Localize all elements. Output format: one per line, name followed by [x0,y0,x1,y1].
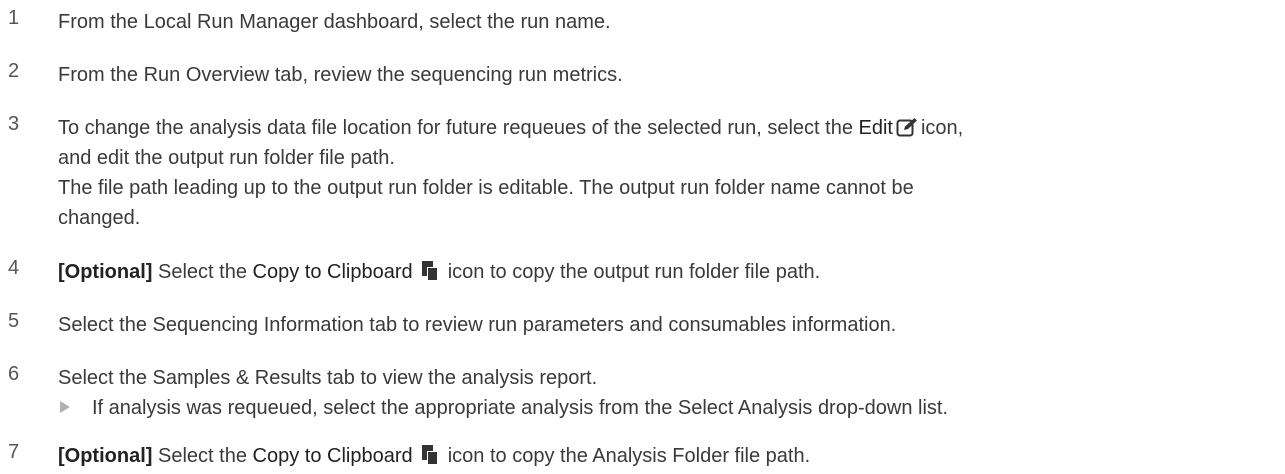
step-number: 3 [8,113,20,135]
clipboard-icon [421,260,439,290]
step-text: Select the Sequencing Information tab to… [58,314,897,336]
step-text: Select the [158,445,247,467]
step-text-end: icon to copy the Analysis Folder file pa… [447,445,811,467]
step-note: The file path leading up to the output r… [58,177,914,199]
step-number: 6 [8,363,20,385]
clipboard-icon [421,444,439,474]
optional-label: [Optional] [58,261,153,283]
step-text: To change the analysis data file locatio… [58,117,853,139]
copy-to-clipboard-label: Copy to Clipboard [252,261,413,283]
sub-item-text: If analysis was requeued, select the app… [92,397,948,419]
procedure-steps: 1 From the Local Run Manager dashboard, … [0,0,1285,474]
step-number: 5 [8,310,20,332]
step-number: 7 [8,441,20,463]
step-note-cont: changed. [58,207,141,229]
edit-label: Edit [858,117,893,139]
step-text: Select the Samples & Results tab to view… [58,367,598,389]
step-text: From the Run Overview tab, review the se… [58,64,623,86]
step-number: 4 [8,257,20,279]
optional-label: [Optional] [58,445,153,467]
step-text: From the Local Run Manager dashboard, se… [58,11,611,33]
step-text-line2: and edit the output run folder file path… [58,147,395,169]
step-number: 1 [8,7,20,29]
edit-icon [896,116,918,146]
bullet-triangle-icon [60,401,70,413]
step-text: Select the [158,261,247,283]
sub-item: If analysis was requeued, select the app… [58,393,1283,423]
step-text-end: icon to copy the output run folder file … [447,261,821,283]
step-text-end: icon, [920,117,964,139]
copy-to-clipboard-label: Copy to Clipboard [252,445,413,467]
step-number: 2 [8,60,20,82]
